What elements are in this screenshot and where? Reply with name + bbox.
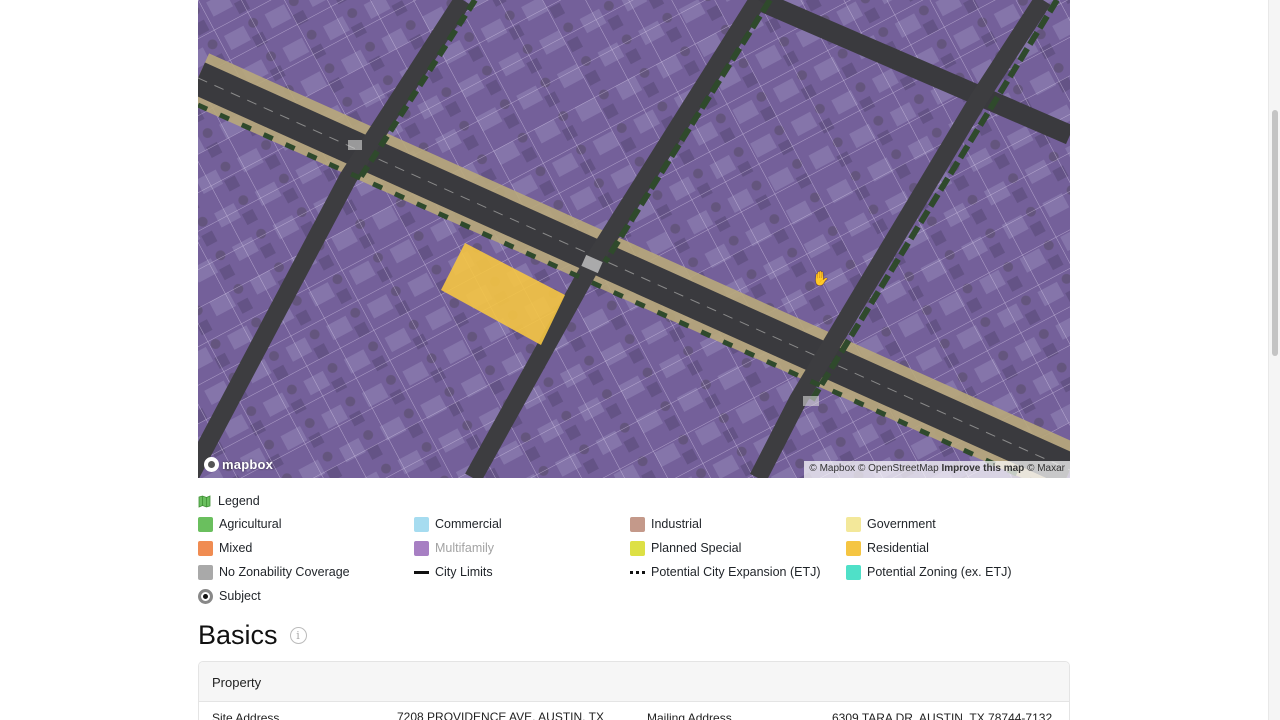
mapbox-logo[interactable]: mapbox xyxy=(204,457,273,472)
map-attribution: © Mapbox © OpenStreetMap Improve this ma… xyxy=(804,461,1070,478)
legend-swatch xyxy=(846,516,861,532)
legend-swatch xyxy=(198,540,213,556)
scrollbar-thumb[interactable] xyxy=(1272,110,1278,356)
info-icon[interactable]: i xyxy=(289,627,307,644)
basics-header: Basics i xyxy=(198,620,307,651)
property-card: Property Site Address 7208 PROVIDENCE AV… xyxy=(198,661,1070,720)
attribution-mapbox-link[interactable]: © Mapbox xyxy=(809,463,855,474)
legend-item-multifamily: Multifamily xyxy=(414,539,630,557)
legend-item-agricultural: Agricultural xyxy=(198,515,414,533)
mailing-address-label: Mailing Address xyxy=(647,711,732,720)
subject-marker-icon xyxy=(198,588,213,604)
legend-swatch xyxy=(630,540,645,556)
attribution-osm-link[interactable]: © OpenStreetMap xyxy=(858,463,939,474)
legend-swatch xyxy=(846,540,861,556)
legend-item-city-limits: City Limits xyxy=(414,563,630,581)
legend-item-no-zonability: No Zonability Coverage xyxy=(198,563,414,581)
legend-swatch xyxy=(630,516,645,532)
mailing-address-value: 6309 TARA DR, AUSTIN, TX 78744-7132 xyxy=(832,711,1053,720)
legend-item-government: Government xyxy=(846,515,1062,533)
legend-title: Legend xyxy=(218,494,260,508)
satellite-map-canvas[interactable] xyxy=(198,0,1070,478)
map-icon xyxy=(198,494,211,508)
section-title: Basics xyxy=(198,620,278,650)
legend-items: Agricultural Commercial Industrial Gover… xyxy=(198,515,1070,581)
improve-map-link[interactable]: Improve this map xyxy=(941,463,1024,474)
legend-dash-swatch xyxy=(630,570,645,574)
property-row: Site Address 7208 PROVIDENCE AVE, AUSTIN… xyxy=(199,702,1069,720)
legend-swatch xyxy=(198,564,213,580)
hand-cursor-icon: ✋ xyxy=(812,270,830,286)
map-legend: Legend Agricultural Commercial Industria… xyxy=(198,492,1070,605)
legend-swatch xyxy=(198,516,213,532)
legend-swatch xyxy=(414,516,429,532)
legend-swatch xyxy=(414,540,429,556)
legend-item-potential-zoning: Potential Zoning (ex. ETJ) xyxy=(846,563,1062,581)
legend-item-residential: Residential xyxy=(846,539,1062,557)
page-scrollbar[interactable] xyxy=(1268,0,1280,720)
legend-line-swatch xyxy=(414,570,429,574)
site-address-label: Site Address xyxy=(212,711,280,720)
legend-item-commercial: Commercial xyxy=(414,515,630,533)
legend-item-industrial: Industrial xyxy=(630,515,846,533)
legend-item-subject: Subject xyxy=(198,587,1070,605)
legend-item-planned-special: Planned Special xyxy=(630,539,846,557)
legend-item-etj: Potential City Expansion (ETJ) xyxy=(630,563,846,581)
legend-item-mixed: Mixed xyxy=(198,539,414,557)
attribution-maxar-link[interactable]: © Maxar xyxy=(1027,463,1065,474)
property-card-header: Property xyxy=(199,662,1069,702)
legend-header: Legend xyxy=(198,492,1070,510)
zoning-map[interactable]: mapbox © Mapbox © OpenStreetMap Improve … xyxy=(198,0,1070,478)
mapbox-logo-icon xyxy=(204,457,219,472)
page: mapbox © Mapbox © OpenStreetMap Improve … xyxy=(0,0,1280,720)
site-address-value: 7208 PROVIDENCE AVE, AUSTIN, TX xyxy=(397,710,604,720)
legend-swatch xyxy=(846,564,861,580)
